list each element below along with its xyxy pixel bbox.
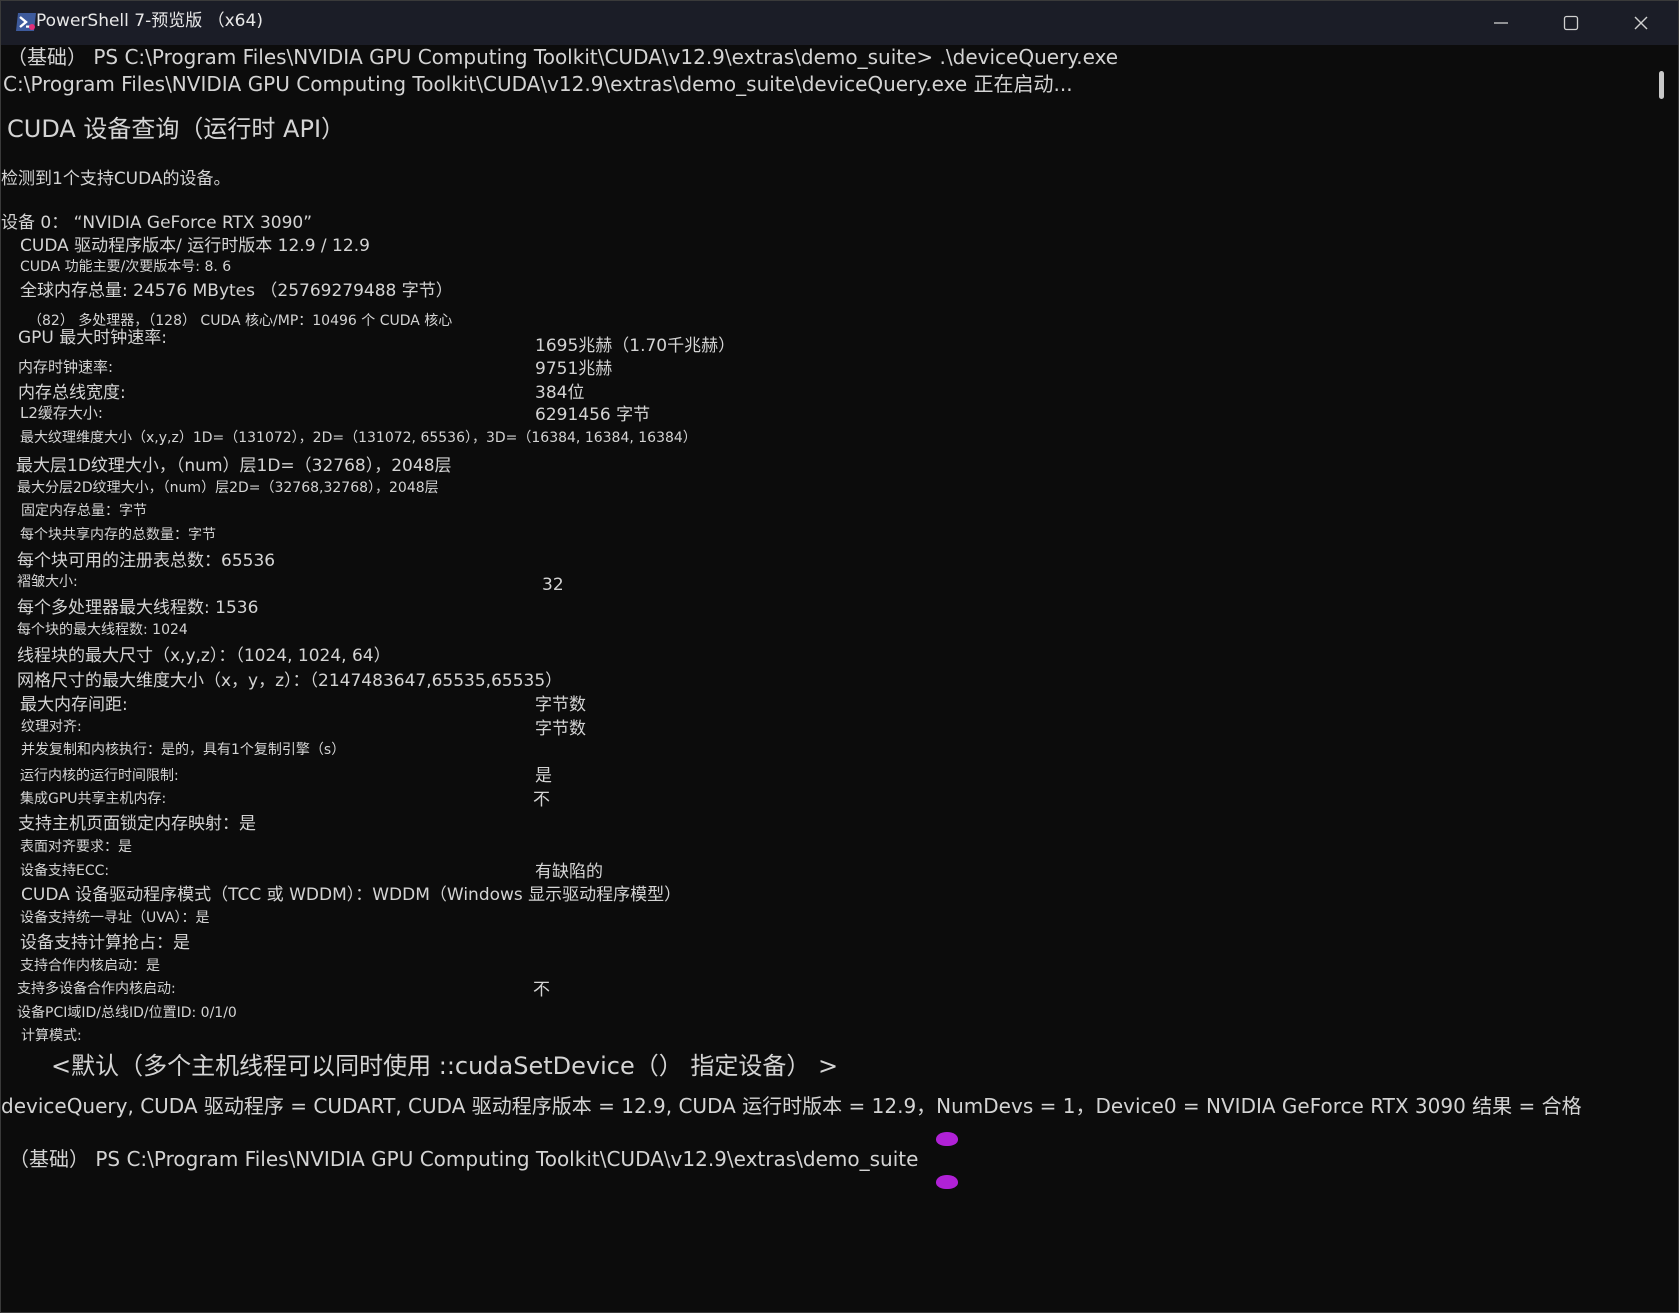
memory-pitch-value: 字节数 (535, 695, 586, 715)
ecc-value: 有缺陷的 (535, 862, 603, 882)
console-output[interactable]: （基础） PS C:\Program Files\NVIDIA GPU Comp… (1, 45, 1656, 1311)
title-bar[interactable]: PowerShell 7-预览版 （x64) (1, 1, 1678, 45)
ecc-label: 设备支持ECC: (20, 863, 110, 879)
powershell-icon (15, 12, 37, 32)
l2-cache-label: L2缓存大小: (20, 404, 103, 422)
threads-per-block-line: 每个块的最大线程数: 1024 (17, 622, 188, 638)
scrollbar[interactable] (1657, 45, 1677, 1311)
cursor-icon (936, 1175, 958, 1189)
warp-size-label: 褶皱大小: (17, 574, 78, 590)
uva-line: 设备支持统一寻址（UVA）：是 (20, 910, 210, 926)
memory-clock-value: 9751兆赫 (535, 359, 613, 379)
multi-device-coop-value: 不 (533, 980, 550, 1000)
warp-size-value: 32 (542, 575, 564, 595)
layered-1d-line: 最大层1D纹理大小，（num）层1D=（32768），2048层 (16, 456, 452, 476)
minimize-button[interactable] (1466, 1, 1536, 45)
runtime-limit-value: 是 (535, 766, 552, 786)
capability-line: CUDA 功能主要/次要版本号: 8. 6 (20, 259, 232, 275)
l2-cache-value: 6291456 字节 (535, 405, 651, 425)
shared-memory-line: 每个块共享内存的总数量：字节 (20, 527, 216, 543)
texture-alignment-value: 字节数 (535, 719, 586, 739)
pci-line: 设备PCI域ID/总线ID/位置ID: 0/1/0 (17, 1005, 237, 1021)
scrollbar-thumb[interactable] (1659, 71, 1664, 99)
cursor-icon (936, 1132, 958, 1146)
runtime-limit-label: 运行内核的运行时间限制: (20, 768, 179, 784)
compute-mode-label: 计算模式: (21, 1028, 82, 1044)
multi-device-coop-label: 支持多设备合作内核启动: (17, 981, 176, 997)
close-icon (1633, 15, 1649, 31)
threads-per-mp-line: 每个多处理器最大线程数: 1536 (17, 598, 259, 618)
output-heading: CUDA 设备查询（运行时 API） (7, 115, 346, 143)
driver-mode-line: CUDA 设备驱动程序模式（TCC 或 WDDM）：WDDM（Windows 显… (21, 885, 682, 905)
device-line: 设备 0： “NVIDIA GeForce RTX 3090” (1, 213, 313, 233)
compute-mode-value: <默认（多个主机线程可以同时使用 ::cudaSetDevice（） 指定设备）… (51, 1052, 839, 1080)
bus-width-label: 内存总线宽度: (18, 383, 126, 403)
max-texture-line: 最大纹理维度大小（x,y,z）1D=（131072），2D=（131072, 6… (20, 430, 697, 446)
layered-2d-line: 最大分层2D纹理大小，（num）层2D=（32768,32768），2048层 (17, 480, 439, 496)
global-memory-line: 全球内存总量: 24576 MBytes （25769279488 字节） (20, 281, 453, 301)
powershell-window: PowerShell 7-预览版 （x64) （基础） PS C:\Progra… (0, 0, 1679, 1313)
integrated-gpu-value: 不 (533, 790, 550, 810)
command-line: （基础） PS C:\Program Files\NVIDIA GPU Comp… (7, 45, 1119, 69)
maximize-icon (1563, 15, 1579, 31)
host-mapping-line: 支持主机页面锁定内存映射：是 (18, 814, 256, 834)
gpu-clock-label: GPU 最大时钟速率: (18, 328, 167, 348)
summary-line: deviceQuery, CUDA 驱动程序 = CUDART, CUDA 驱动… (1, 1094, 1582, 1118)
launch-line: C:\Program Files\NVIDIA GPU Computing To… (3, 72, 1073, 96)
minimize-icon (1493, 15, 1509, 31)
window-title: PowerShell 7-预览版 （x64) (36, 11, 263, 31)
prompt-line[interactable]: （基础） PS C:\Program Files\NVIDIA GPU Comp… (9, 1143, 918, 1172)
surface-alignment-line: 表面对齐要求：是 (20, 839, 132, 855)
gpu-clock-value: 1695兆赫（1.70千兆赫） (535, 336, 736, 356)
maximize-button[interactable] (1536, 1, 1606, 45)
driver-version-line: CUDA 驱动程序版本/ 运行时版本 12.9 / 12.9 (20, 236, 370, 256)
grid-dimension-line: 网格尺寸的最大维度大小（x，y，z）：（2147483647,65535,655… (17, 671, 563, 691)
registers-line: 每个块可用的注册表总数：65536 (17, 551, 276, 571)
integrated-gpu-label: 集成GPU共享主机内存: (20, 791, 167, 807)
concurrent-copy-line: 并发复制和内核执行：是的，具有1个复制引擎（s） (21, 742, 346, 758)
preemption-line: 设备支持计算抢占：是 (20, 933, 190, 953)
constant-memory-line: 固定内存总量：字节 (21, 503, 147, 519)
texture-alignment-label: 纹理对齐: (21, 719, 82, 735)
cooperative-launch-line: 支持合作内核启动：是 (20, 958, 160, 974)
close-button[interactable] (1606, 1, 1676, 45)
block-dimension-line: 线程块的最大尺寸（x,y,z）：（1024, 1024, 64） (17, 646, 391, 666)
memory-pitch-label: 最大内存间距: (20, 695, 128, 715)
memory-clock-label: 内存时钟速率: (18, 358, 114, 376)
detected-line: 检测到1个支持CUDA的设备。 (1, 169, 231, 189)
